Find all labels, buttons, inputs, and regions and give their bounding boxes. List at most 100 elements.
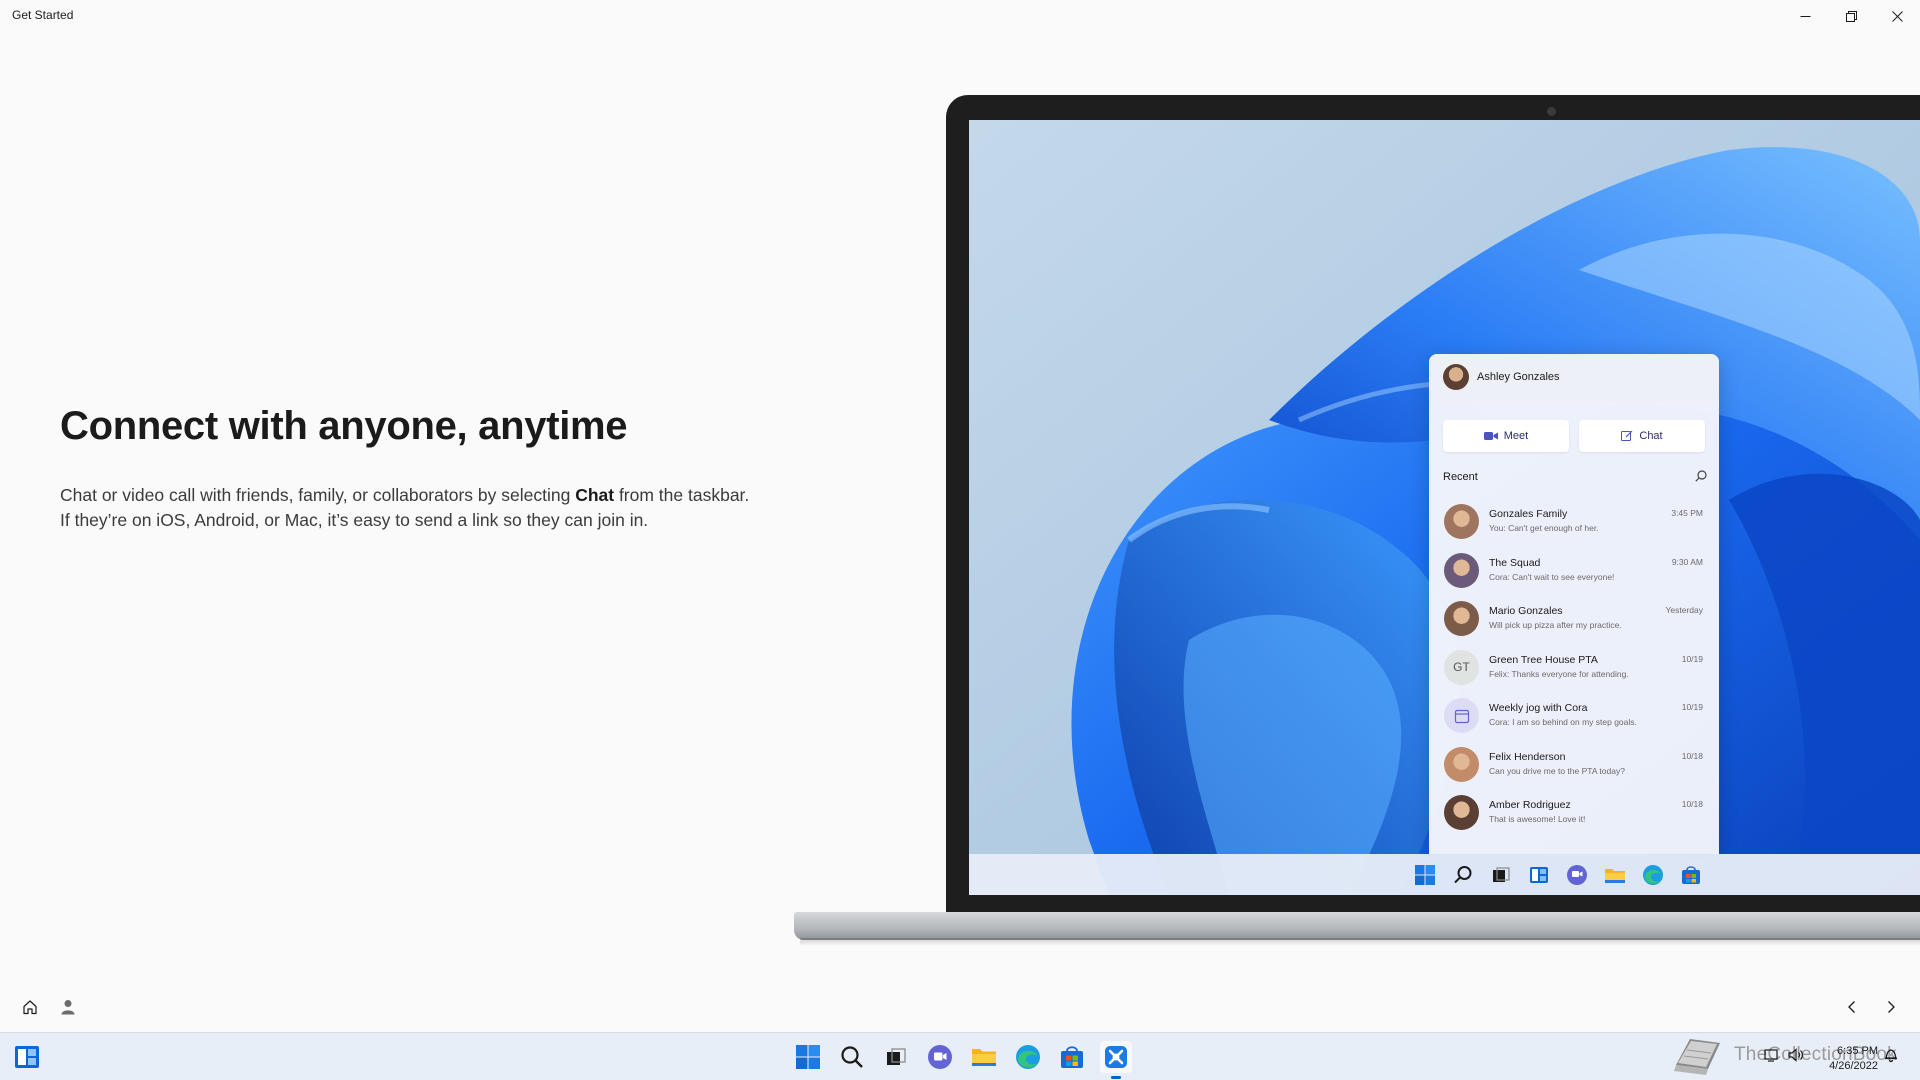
store-icon xyxy=(1679,863,1703,887)
chat-button-label: Chat xyxy=(1639,430,1663,442)
chat-last-message: That is awesome! Love it! xyxy=(1489,814,1586,824)
recent-heading: Recent xyxy=(1443,471,1478,483)
chevron-left-icon xyxy=(1848,1001,1855,1013)
close-icon xyxy=(1891,10,1903,22)
file-explorer-button[interactable] xyxy=(968,1041,1000,1073)
minimize-icon xyxy=(1800,15,1810,17)
chat-name: Gonzales Family xyxy=(1489,508,1568,520)
chat-last-message: Felix: Thanks everyone for attending. xyxy=(1489,668,1629,679)
widgets-button[interactable] xyxy=(14,1045,40,1069)
avatar xyxy=(1444,552,1479,588)
chat-name: Felix Henderson xyxy=(1489,750,1566,763)
restore-icon xyxy=(1845,10,1857,22)
chat-icon xyxy=(1565,863,1589,887)
chat-timestamp: Yesterday xyxy=(1665,605,1704,615)
search-icon xyxy=(841,1046,863,1068)
store-icon xyxy=(1061,1046,1083,1068)
avatar xyxy=(1444,795,1479,830)
chat-last-message: Will pick up pizza after my practice. xyxy=(1489,620,1622,630)
laptop-base-shadow xyxy=(800,938,1920,946)
chat-timestamp: 9:30 AM xyxy=(1671,556,1703,567)
home-button[interactable] xyxy=(18,995,42,1019)
person-icon xyxy=(61,1000,75,1015)
avatar xyxy=(1444,504,1479,539)
home-icon xyxy=(23,1000,37,1015)
chat-last-message: Cora: I am so behind on my step goals. xyxy=(1489,717,1637,727)
chat-timestamp: 10/19 xyxy=(1681,653,1703,664)
laptop-camera xyxy=(1547,107,1556,116)
search-icon xyxy=(1695,470,1707,482)
list-item: The Squad Cora: Can't wait to see everyon… xyxy=(1429,547,1719,595)
chat-timestamp: 10/19 xyxy=(1681,702,1703,712)
avatar xyxy=(1443,364,1469,390)
clock-time[interactable]: 6:35 PM xyxy=(1830,1045,1878,1057)
laptop-screen: Ashley Gonzales Meet Chat Recent Gonzale… xyxy=(969,120,1920,895)
chat-name: Green Tree House PTA xyxy=(1489,653,1598,666)
volume-icon xyxy=(1788,1048,1803,1062)
list-item: Weekly jog with Cora Cora: I am so behind… xyxy=(1429,692,1719,740)
page-description: Chat or video call with friends, family,… xyxy=(60,483,760,533)
description-chat-emphasis: Chat xyxy=(575,485,615,505)
avatar-initials: GT xyxy=(1453,660,1470,674)
illustration-taskbar-icons xyxy=(1413,863,1703,887)
next-page-button[interactable] xyxy=(1877,993,1905,1021)
compose-icon xyxy=(1621,430,1633,441)
book-icon xyxy=(1674,1039,1720,1075)
list-item: GT Green Tree House PTA Felix: Thanks ever… xyxy=(1429,644,1719,692)
chat-timestamp: 3:45 PM xyxy=(1671,508,1703,518)
illustration-taskbar xyxy=(969,854,1920,895)
widgets-icon xyxy=(1527,863,1551,887)
previous-page-button[interactable] xyxy=(1838,993,1866,1021)
restore-button[interactable] xyxy=(1828,0,1874,32)
chat-icon xyxy=(928,1045,952,1069)
chat-button: Chat xyxy=(1579,420,1705,452)
chat-name: The Squad xyxy=(1489,556,1541,569)
taskbar-icons xyxy=(792,1041,1132,1079)
avatar xyxy=(1444,698,1479,733)
notification-bell-icon[interactable] xyxy=(1884,1047,1898,1063)
edge-button[interactable] xyxy=(1012,1041,1044,1073)
chat-button[interactable] xyxy=(924,1041,956,1073)
chat-user-name: Ashley Gonzales xyxy=(1477,371,1560,383)
close-button[interactable] xyxy=(1874,0,1920,32)
minimize-button[interactable] xyxy=(1782,0,1828,32)
chat-name: Weekly jog with Cora xyxy=(1489,702,1588,714)
file-explorer-icon xyxy=(972,1049,996,1066)
file-explorer-icon xyxy=(1603,863,1627,887)
meet-button-label: Meet xyxy=(1503,430,1529,442)
avatar xyxy=(1444,746,1479,782)
video-camera-icon xyxy=(1483,432,1498,440)
page-title: Connect with anyone, anytime xyxy=(60,404,628,448)
start-button[interactable] xyxy=(792,1041,824,1073)
task-view-icon xyxy=(887,1048,906,1065)
chevron-right-icon xyxy=(1888,1001,1895,1013)
chat-last-message: Cora: Can't wait to see everyone! xyxy=(1489,571,1615,582)
edge-icon xyxy=(1016,1045,1040,1069)
task-view-button[interactable] xyxy=(880,1041,912,1073)
widgets-icon xyxy=(15,1046,39,1068)
taskbar xyxy=(0,1032,1920,1080)
system-tray-icons[interactable] xyxy=(1764,1048,1804,1062)
store-button[interactable] xyxy=(1056,1041,1088,1073)
edge-icon xyxy=(1641,863,1665,887)
chat-timestamp: 10/18 xyxy=(1681,799,1703,809)
windows-logo-icon xyxy=(1413,863,1437,887)
chat-last-message: Can you drive me to the PTA today? xyxy=(1489,765,1625,776)
list-item: Gonzales Family You: Can't get enough of … xyxy=(1429,498,1719,546)
title-bar: Get Started xyxy=(0,0,1920,32)
list-item: Felix Henderson Can you drive me to the P… xyxy=(1429,741,1719,789)
list-item: Mario Gonzales Will pick up pizza after m… xyxy=(1429,595,1719,643)
search-icon xyxy=(1451,863,1475,887)
get-started-button[interactable] xyxy=(1100,1041,1132,1079)
chat-name: Amber Rodriguez xyxy=(1489,799,1571,811)
clock-date[interactable]: 4/26/2022 xyxy=(1816,1060,1878,1072)
chat-name: Mario Gonzales xyxy=(1489,605,1563,617)
chat-timestamp: 10/18 xyxy=(1681,750,1703,761)
avatar xyxy=(1444,601,1479,636)
task-view-icon xyxy=(1489,863,1513,887)
account-button[interactable] xyxy=(56,995,80,1019)
windows-logo-icon xyxy=(796,1045,820,1069)
meet-button: Meet xyxy=(1443,420,1569,452)
search-button[interactable] xyxy=(836,1041,868,1073)
chat-last-message: You: Can't get enough of her. xyxy=(1489,523,1599,533)
